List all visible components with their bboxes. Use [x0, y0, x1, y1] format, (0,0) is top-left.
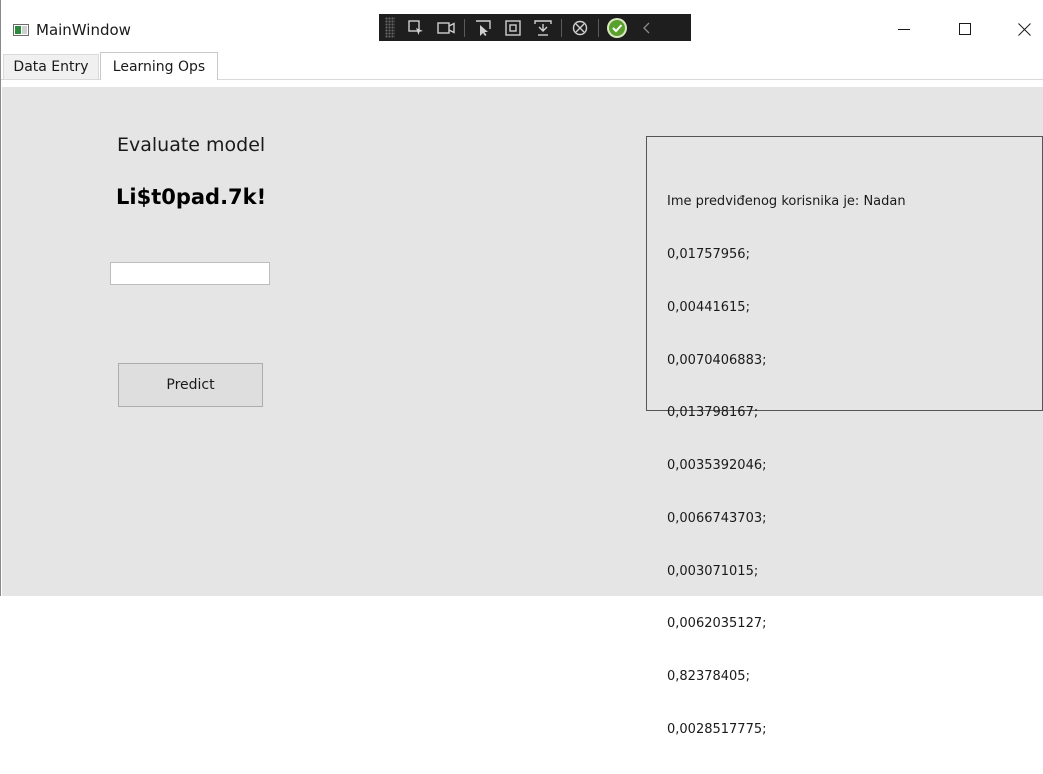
debug-toolbar — [379, 14, 691, 41]
maximize-icon — [959, 23, 971, 35]
tab-label: Learning Ops — [112, 58, 206, 75]
video-camera-icon[interactable] — [434, 17, 458, 39]
prediction-input[interactable] — [110, 262, 270, 285]
predict-button-label: Predict — [166, 377, 215, 393]
toolbar-grip[interactable] — [385, 17, 395, 38]
result-value: 0,0066743703; — [667, 510, 767, 526]
result-value: 0,01757956; — [667, 246, 750, 262]
result-value: 0,003071015; — [667, 563, 759, 579]
minimize-button[interactable] — [881, 14, 927, 44]
minimize-icon — [898, 29, 910, 30]
learning-ops-panel: Evaluate model Li$t0pad.7k! Predict Ime … — [2, 80, 1043, 737]
app-window-icon — [13, 24, 29, 36]
predict-button[interactable]: Predict — [118, 363, 263, 407]
result-value: 0,82378405; — [667, 669, 750, 685]
hot-reload-icon[interactable] — [568, 17, 592, 39]
toolbar-separator — [598, 18, 599, 37]
result-value: 0,013798167; — [667, 405, 759, 421]
result-header: Ime predviđenog korisnika je: Nadan — [667, 194, 906, 210]
result-value: 0,0070406883; — [667, 352, 767, 368]
close-icon — [1017, 22, 1031, 36]
prediction-result-text: Ime predviđenog korisnika je: Nadan 0,01… — [667, 158, 906, 774]
tab-strip: Data Entry Learning Ops — [1, 52, 1043, 81]
display-layout-icon[interactable] — [501, 17, 525, 39]
check-circle-icon[interactable] — [605, 17, 629, 39]
close-button[interactable] — [1001, 14, 1043, 44]
result-value: 0,0062035127; — [667, 616, 767, 632]
evaluate-model-label: Evaluate model — [117, 134, 266, 156]
track-focus-icon[interactable] — [531, 17, 555, 39]
toolbar-separator — [464, 18, 465, 37]
prediction-result-box: Ime predviđenog korisnika je: Nadan 0,01… — [646, 136, 1043, 737]
password-label: Li$t0pad.7k! — [116, 185, 267, 209]
tab-label: Data Entry — [13, 59, 89, 75]
result-value: 0,0028517775; — [667, 722, 767, 737]
panel-top-border — [2, 81, 1043, 87]
main-window: MainWindow Data Entry Learning Ops Evalu… — [0, 0, 1043, 737]
window-title: MainWindow — [36, 21, 131, 39]
collapse-chevron-icon[interactable] — [635, 17, 659, 39]
toolbar-separator — [561, 18, 562, 37]
select-element-icon[interactable] — [404, 17, 428, 39]
tab-data-entry[interactable]: Data Entry — [3, 54, 99, 79]
result-value: 0,0035392046; — [667, 458, 767, 474]
tab-learning-ops[interactable]: Learning Ops — [100, 52, 218, 81]
title-bar[interactable]: MainWindow — [1, 0, 1043, 52]
pointer-select-icon[interactable] — [471, 17, 495, 39]
maximize-button[interactable] — [942, 14, 988, 44]
result-value: 0,00441615; — [667, 299, 750, 315]
